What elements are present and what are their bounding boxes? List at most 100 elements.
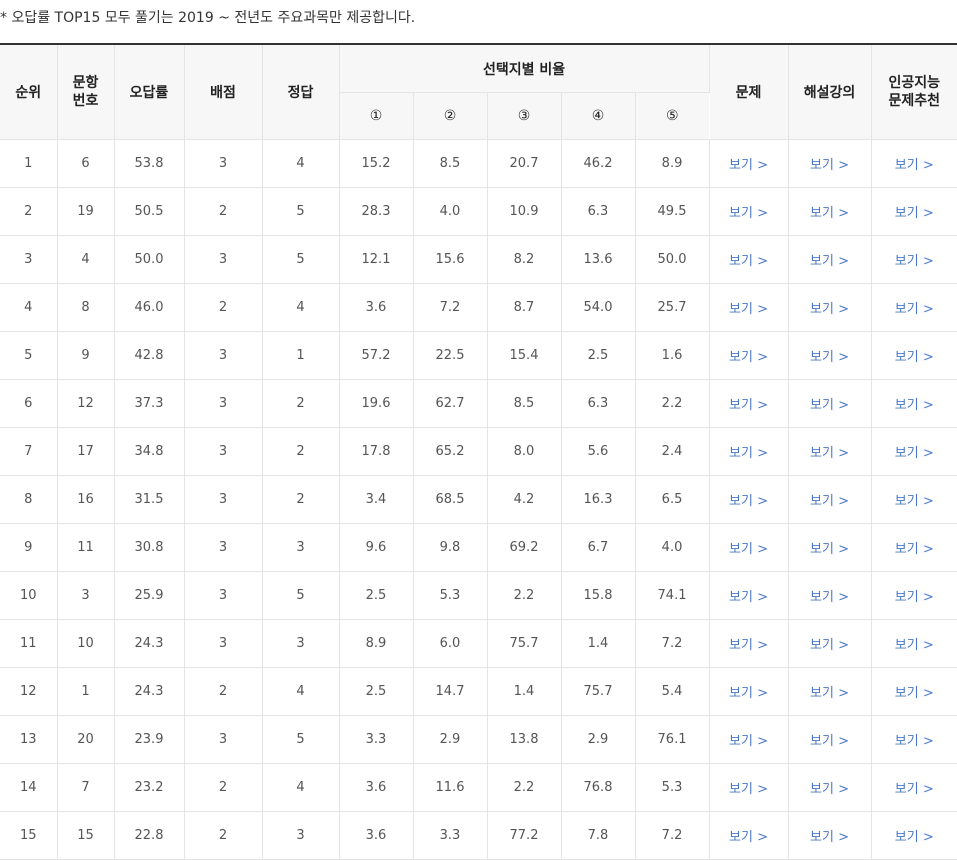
choice-2-ratio-cell: 6.0 — [413, 619, 488, 668]
choice-4-ratio-cell: 6.3 — [561, 187, 636, 236]
view-ai-recommend-link[interactable]: 보기 > — [895, 206, 934, 221]
view-lecture-link[interactable]: 보기 > — [810, 350, 849, 365]
question-number-cell: 3 — [57, 571, 115, 620]
table-row: 5 9 42.8 3 1 57.2 22.5 15.4 2.5 1.6 보기 > 보기 > 보기 > — [0, 331, 957, 380]
view-lecture-link[interactable]: 보기 > — [810, 302, 849, 317]
choice-3-ratio-cell: 69.2 — [487, 523, 562, 572]
choice-2-ratio-cell: 22.5 — [413, 331, 488, 380]
choice-2-ratio-cell: 65.2 — [413, 427, 488, 476]
view-lecture-link[interactable]: 보기 > — [810, 782, 849, 797]
view-lecture-link[interactable]: 보기 > — [810, 494, 849, 509]
wrong-rate-cell: 34.8 — [114, 427, 185, 476]
view-problem-link[interactable]: 보기 > — [729, 206, 768, 221]
wrong-rate-cell: 50.0 — [114, 235, 185, 284]
table-row: 14 7 23.2 2 4 3.6 11.6 2.2 76.8 5.3 보기 > 보기 > 보기 > — [0, 763, 957, 812]
view-ai-recommend-link[interactable]: 보기 > — [895, 350, 934, 365]
view-problem-link[interactable]: 보기 > — [729, 542, 768, 557]
choice-2-ratio-cell: 68.5 — [413, 475, 488, 524]
rank-cell: 11 — [0, 619, 58, 668]
score-cell: 2 — [184, 283, 263, 332]
view-ai-recommend-link[interactable]: 보기 > — [895, 398, 934, 413]
view-lecture-link[interactable]: 보기 > — [810, 254, 849, 269]
rank-cell: 12 — [0, 667, 58, 716]
view-problem-link[interactable]: 보기 > — [729, 350, 768, 365]
choice-5-ratio-cell: 25.7 — [635, 283, 710, 332]
view-lecture-link[interactable]: 보기 > — [810, 158, 849, 173]
view-problem-link[interactable]: 보기 > — [729, 734, 768, 749]
header-ai-line1: 인공지능 — [888, 75, 941, 91]
score-cell: 3 — [184, 523, 263, 572]
view-ai-recommend-link[interactable]: 보기 > — [895, 446, 934, 461]
view-ai-recommend-link[interactable]: 보기 > — [895, 830, 934, 845]
view-lecture-cell: 보기 > — [788, 475, 872, 524]
score-cell: 3 — [184, 427, 263, 476]
view-ai-recommend-link[interactable]: 보기 > — [895, 542, 934, 557]
view-ai-recommend-cell: 보기 > — [871, 571, 957, 620]
header-ai-line2: 문제추천 — [888, 93, 941, 109]
view-ai-recommend-link[interactable]: 보기 > — [895, 590, 934, 605]
view-ai-recommend-link[interactable]: 보기 > — [895, 494, 934, 509]
choice-3-ratio-cell: 8.7 — [487, 283, 562, 332]
answer-cell: 3 — [262, 619, 340, 668]
choice-3-ratio-cell: 2.2 — [487, 763, 562, 812]
header-rank: 순위 — [0, 43, 58, 140]
view-lecture-cell: 보기 > — [788, 715, 872, 764]
answer-cell: 5 — [262, 187, 340, 236]
view-problem-link[interactable]: 보기 > — [729, 494, 768, 509]
view-ai-recommend-link[interactable]: 보기 > — [895, 158, 934, 173]
view-ai-recommend-link[interactable]: 보기 > — [895, 638, 934, 653]
rank-cell: 1 — [0, 139, 58, 188]
question-number-cell: 20 — [57, 715, 115, 764]
view-lecture-link[interactable]: 보기 > — [810, 686, 849, 701]
choice-4-ratio-cell: 54.0 — [561, 283, 636, 332]
view-problem-link[interactable]: 보기 > — [729, 398, 768, 413]
view-lecture-link[interactable]: 보기 > — [810, 398, 849, 413]
view-ai-recommend-link[interactable]: 보기 > — [895, 254, 934, 269]
view-problem-cell: 보기 > — [709, 475, 789, 524]
view-lecture-link[interactable]: 보기 > — [810, 638, 849, 653]
view-problem-link[interactable]: 보기 > — [729, 638, 768, 653]
view-problem-cell: 보기 > — [709, 523, 789, 572]
header-choice-5: ⑤ — [635, 92, 710, 140]
view-problem-link[interactable]: 보기 > — [729, 158, 768, 173]
score-cell: 3 — [184, 139, 263, 188]
answer-cell: 2 — [262, 475, 340, 524]
choice-3-ratio-cell: 8.2 — [487, 235, 562, 284]
view-problem-link[interactable]: 보기 > — [729, 782, 768, 797]
rank-cell: 13 — [0, 715, 58, 764]
answer-cell: 4 — [262, 283, 340, 332]
score-cell: 3 — [184, 235, 263, 284]
choice-4-ratio-cell: 6.7 — [561, 523, 636, 572]
view-lecture-cell: 보기 > — [788, 427, 872, 476]
view-lecture-link[interactable]: 보기 > — [810, 734, 849, 749]
choice-4-ratio-cell: 13.6 — [561, 235, 636, 284]
view-lecture-link[interactable]: 보기 > — [810, 590, 849, 605]
view-problem-link[interactable]: 보기 > — [729, 686, 768, 701]
view-ai-recommend-link[interactable]: 보기 > — [895, 782, 934, 797]
header-choice-4: ④ — [561, 92, 636, 140]
view-problem-link[interactable]: 보기 > — [729, 590, 768, 605]
view-lecture-link[interactable]: 보기 > — [810, 206, 849, 221]
view-ai-recommend-cell: 보기 > — [871, 235, 957, 284]
view-lecture-link[interactable]: 보기 > — [810, 830, 849, 845]
view-problem-link[interactable]: 보기 > — [729, 446, 768, 461]
view-ai-recommend-link[interactable]: 보기 > — [895, 734, 934, 749]
wrong-rate-cell: 31.5 — [114, 475, 185, 524]
view-ai-recommend-link[interactable]: 보기 > — [895, 686, 934, 701]
view-lecture-link[interactable]: 보기 > — [810, 542, 849, 557]
view-problem-link[interactable]: 보기 > — [729, 830, 768, 845]
view-problem-link[interactable]: 보기 > — [729, 254, 768, 269]
rank-cell: 4 — [0, 283, 58, 332]
choice-4-ratio-cell: 75.7 — [561, 667, 636, 716]
choice-1-ratio-cell: 2.5 — [339, 667, 414, 716]
choice-4-ratio-cell: 2.9 — [561, 715, 636, 764]
view-lecture-cell: 보기 > — [788, 811, 872, 860]
score-cell: 3 — [184, 379, 263, 428]
view-ai-recommend-cell: 보기 > — [871, 811, 957, 860]
score-cell: 3 — [184, 619, 263, 668]
view-lecture-link[interactable]: 보기 > — [810, 446, 849, 461]
question-number-cell: 19 — [57, 187, 115, 236]
view-ai-recommend-link[interactable]: 보기 > — [895, 302, 934, 317]
view-problem-link[interactable]: 보기 > — [729, 302, 768, 317]
choice-1-ratio-cell: 19.6 — [339, 379, 414, 428]
